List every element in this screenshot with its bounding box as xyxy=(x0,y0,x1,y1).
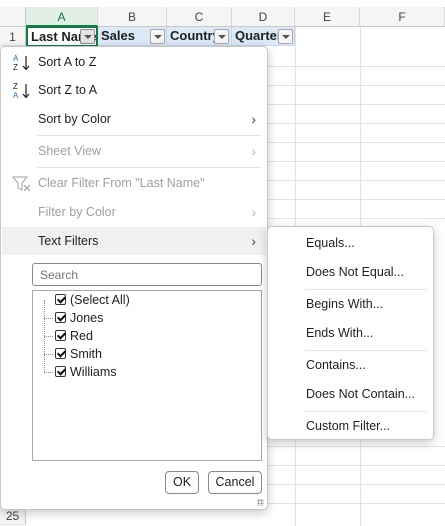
clear-filter-item: Clear Filter From "Last Name" xyxy=(2,169,266,197)
text-filters-label: Text Filters xyxy=(38,234,99,248)
checkbox-checked[interactable] xyxy=(55,312,66,323)
custom-filter-item[interactable]: Custom Filter... xyxy=(269,412,432,440)
contains-item[interactable]: Contains... xyxy=(269,351,432,379)
chevron-right-icon: › xyxy=(251,204,256,220)
list-item[interactable]: Smith xyxy=(55,345,102,363)
sort-a-to-z-label: Sort A to Z xyxy=(38,55,97,69)
sort-by-color-item[interactable]: Sort by Color › xyxy=(2,105,266,133)
list-item-label: Jones xyxy=(70,311,104,325)
ok-button[interactable]: OK xyxy=(165,471,199,494)
select-all-corner[interactable] xyxy=(0,7,26,27)
list-item[interactable]: Williams xyxy=(55,363,117,381)
filter-values-list: (Select All) Jones Red Smith Williams xyxy=(32,290,262,461)
checkbox-checked[interactable] xyxy=(55,330,66,341)
sort-by-color-label: Sort by Color xyxy=(38,112,111,126)
list-item-label: Smith xyxy=(70,347,102,361)
filter-by-color-item: Filter by Color › xyxy=(2,198,266,226)
begins-with-item[interactable]: Begins With... xyxy=(269,290,432,318)
clear-filter-icon xyxy=(11,175,32,192)
column-header-e[interactable]: E xyxy=(295,7,360,27)
chevron-right-icon: › xyxy=(251,233,256,249)
text-filters-submenu: Equals... Does Not Equal... Begins With.… xyxy=(267,226,434,440)
sheet-view-label: Sheet View xyxy=(38,144,102,158)
list-item-select-all[interactable]: (Select All) xyxy=(55,291,130,309)
sort-a-to-z-item[interactable]: A Z Sort A to Z xyxy=(2,48,266,76)
sort-descending-icon: Z A xyxy=(12,82,32,100)
column-header-a[interactable]: A xyxy=(26,7,98,27)
svg-text:A: A xyxy=(13,91,19,100)
clear-filter-label: Clear Filter From "Last Name" xyxy=(38,176,205,190)
chevron-right-icon: › xyxy=(251,111,256,127)
column-header-b[interactable]: B xyxy=(98,7,167,27)
sort-z-to-a-label: Sort Z to A xyxy=(38,83,98,97)
filter-dropdown-quarter[interactable] xyxy=(278,29,293,44)
row-header-1[interactable]: 1 xyxy=(0,28,26,46)
ends-with-item[interactable]: Ends With... xyxy=(269,319,432,347)
sheet-view-item: Sheet View › xyxy=(2,137,266,165)
list-item-label: (Select All) xyxy=(70,293,130,307)
list-item-label: Red xyxy=(70,329,93,343)
checkbox-checked[interactable] xyxy=(55,348,66,359)
svg-text:Z: Z xyxy=(13,63,18,72)
does-not-equal-item[interactable]: Does Not Equal... xyxy=(269,258,432,286)
filter-by-color-label: Filter by Color xyxy=(38,205,116,219)
text-filters-item[interactable]: Text Filters › xyxy=(2,227,266,255)
sort-z-to-a-item[interactable]: Z A Sort Z to A xyxy=(2,76,266,104)
resize-grip[interactable] xyxy=(257,499,264,506)
filter-dropdown-country[interactable] xyxy=(214,29,229,44)
filter-dropdown-sales[interactable] xyxy=(150,29,165,44)
menu-separator xyxy=(37,135,261,136)
menu-separator xyxy=(37,167,261,168)
filter-dropdown-last-name[interactable] xyxy=(80,29,95,44)
does-not-contain-item[interactable]: Does Not Contain... xyxy=(269,380,432,408)
sort-ascending-icon: A Z xyxy=(12,54,32,72)
equals-item[interactable]: Equals... xyxy=(269,229,432,257)
checkbox-checked[interactable] xyxy=(55,294,66,305)
search-input[interactable] xyxy=(32,263,262,286)
list-item[interactable]: Jones xyxy=(55,309,103,327)
cancel-button[interactable]: Cancel xyxy=(208,471,262,494)
column-header-c[interactable]: C xyxy=(167,7,232,27)
column-header-d[interactable]: D xyxy=(232,7,295,27)
svg-text:A: A xyxy=(13,54,19,63)
checkbox-checked[interactable] xyxy=(55,366,66,377)
autofilter-menu: A Z Sort A to Z Z A Sort Z to A Sort by … xyxy=(0,46,268,510)
svg-text:Z: Z xyxy=(13,82,18,91)
column-header-f[interactable]: F xyxy=(360,7,445,27)
list-item[interactable]: Red xyxy=(55,327,93,345)
list-item-label: Williams xyxy=(70,365,117,379)
chevron-right-icon: › xyxy=(251,143,256,159)
